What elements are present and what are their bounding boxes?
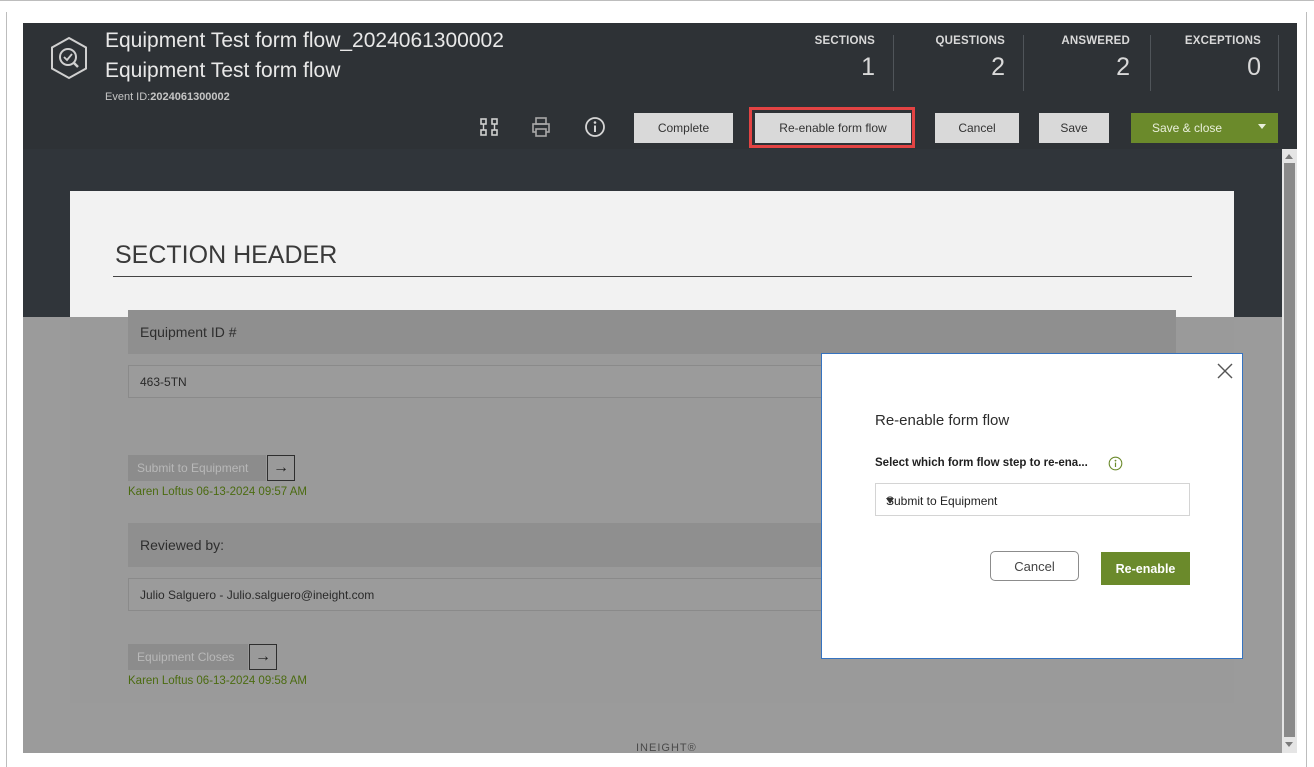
form-subtitle: Equipment Test form flow — [105, 59, 341, 82]
section-divider — [113, 276, 1192, 277]
save-button[interactable]: Save — [1039, 113, 1109, 143]
stat-answered: ANSWERED 2 — [1061, 35, 1130, 81]
question-label-bar: Equipment ID # — [128, 310, 1176, 354]
event-id: Event ID:2024061300002 — [105, 91, 230, 103]
stat-divider — [1023, 35, 1024, 91]
dialog-cancel-button[interactable]: Cancel — [990, 551, 1079, 581]
flow-step-select[interactable]: Submit to Equipment — [875, 483, 1190, 516]
signoff-text: Karen Loftus 06-13-2024 09:57 AM — [128, 486, 308, 498]
stat-divider — [893, 35, 894, 91]
stat-exceptions: EXCEPTIONS 0 — [1184, 35, 1261, 81]
field-value: Julio Salguero - Julio.salguero@ineight.… — [140, 588, 375, 602]
info-icon[interactable] — [583, 115, 607, 139]
form-title: Equipment Test form flow_2024061300002 — [105, 29, 504, 52]
selected-value: Submit to Equipment — [886, 494, 998, 508]
frame-left-border — [6, 12, 7, 767]
signoff-text: Karen Loftus 06-13-2024 09:58 AM — [128, 675, 308, 687]
form-header: Equipment Test form flow_2024061300002 E… — [23, 23, 1297, 149]
footer-brand: INEIGHT® — [636, 742, 697, 754]
question-label: Equipment ID # — [140, 324, 237, 340]
scrollbar-thumb[interactable] — [1284, 163, 1295, 737]
stat-divider — [1150, 35, 1151, 91]
submit-to-equipment-button[interactable]: Submit to Equipment — [128, 455, 266, 481]
cancel-button[interactable]: Cancel — [935, 113, 1019, 143]
scroll-up-icon[interactable] — [1285, 154, 1293, 159]
dialog-title: Re-enable form flow — [875, 412, 1010, 429]
info-icon[interactable] — [1108, 456, 1123, 471]
chevron-down-icon — [886, 498, 894, 504]
arrow-right-icon[interactable]: → — [267, 455, 295, 481]
inspection-logo-icon — [51, 36, 87, 80]
reenable-button[interactable]: Re-enable — [1101, 552, 1190, 585]
print-icon[interactable] — [529, 115, 553, 139]
question-label: Reviewed by: — [140, 537, 225, 553]
select-label: Select which form flow step to re-ena... — [875, 457, 1088, 469]
close-icon[interactable] — [1214, 360, 1236, 382]
complete-button[interactable]: Complete — [634, 113, 733, 143]
chevron-down-icon[interactable] — [1258, 124, 1266, 129]
field-value: 463-5TN — [140, 375, 187, 389]
stat-sections: SECTIONS 1 — [814, 35, 875, 81]
workflow-icon[interactable] — [477, 115, 501, 139]
scrollbar[interactable] — [1282, 149, 1297, 753]
save-and-close-button[interactable]: Save & close — [1131, 113, 1278, 143]
stat-divider — [1278, 35, 1279, 91]
stat-questions: QUESTIONS 2 — [935, 35, 1005, 81]
reenable-dialog: Re-enable form flow Select which form fl… — [821, 353, 1243, 659]
scroll-down-icon[interactable] — [1285, 742, 1293, 747]
arrow-right-icon[interactable]: → — [249, 644, 277, 670]
section-header: SECTION HEADER — [115, 241, 338, 269]
highlight-box — [749, 107, 915, 148]
equipment-closes-button[interactable]: Equipment Closes — [128, 644, 248, 670]
frame-right-border — [1306, 12, 1307, 767]
save-and-close-label: Save & close — [1152, 121, 1223, 135]
